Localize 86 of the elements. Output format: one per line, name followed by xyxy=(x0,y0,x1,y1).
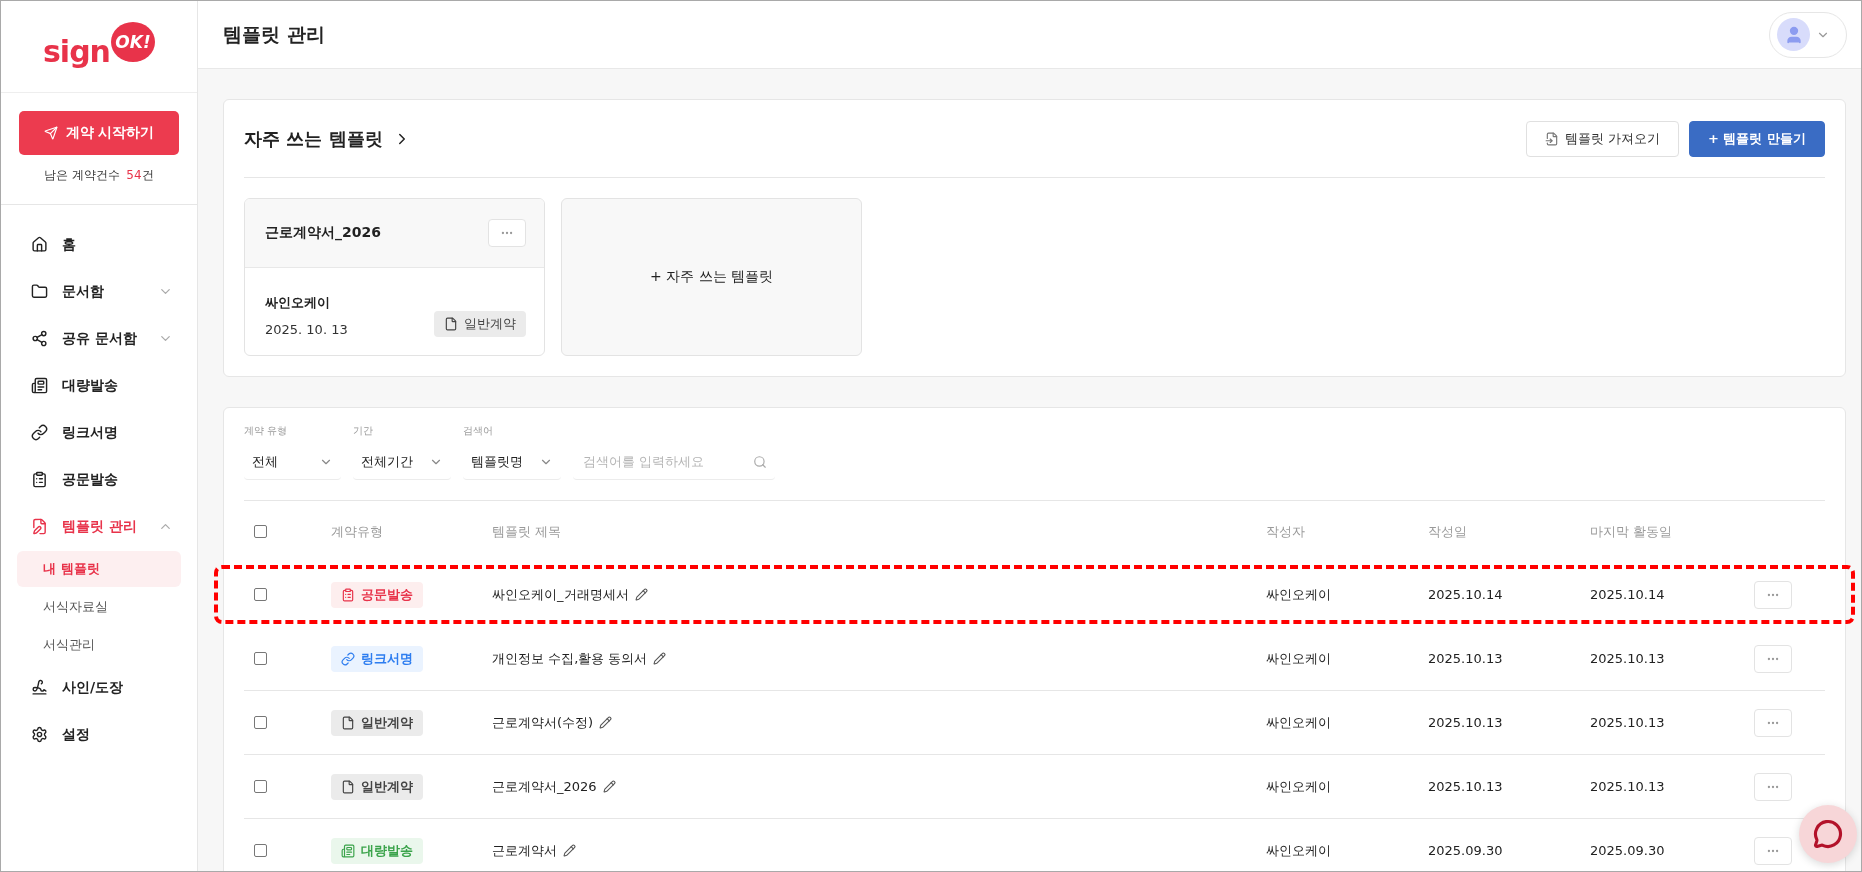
avatar xyxy=(1777,18,1810,51)
search-field[interactable]: 검색어를 입력하세요 xyxy=(581,453,753,470)
template-name: 근로계약서_2026 xyxy=(265,224,381,242)
add-favorite-button[interactable]: + 자주 쓰는 템플릿 xyxy=(561,198,862,356)
last-activity-date: 2025.10.13 xyxy=(1590,715,1666,730)
import-template-button[interactable]: 템플릿 가져오기 xyxy=(1525,120,1680,157)
author-cell-text: 싸인오케이 xyxy=(1266,585,1332,604)
pencil-icon[interactable] xyxy=(599,716,613,729)
nav-icon xyxy=(31,726,48,743)
start-contract-button[interactable]: 계약 시작하기 xyxy=(19,111,179,155)
last-activity-date: 2025.10.14 xyxy=(1590,587,1666,602)
nav-item[interactable]: 설정 xyxy=(17,711,181,758)
template-author: 싸인오케이 xyxy=(265,294,331,312)
nav-icon xyxy=(31,236,48,253)
nav-subitem[interactable]: 서식자료실 xyxy=(17,589,181,625)
row-checkbox[interactable] xyxy=(254,588,267,601)
type-badge: 공문발송 xyxy=(331,581,423,608)
nav-item[interactable]: 사인/도장 xyxy=(17,664,181,711)
file-import-icon xyxy=(1544,131,1559,146)
nav-item[interactable]: 문서함 xyxy=(17,268,181,315)
nav-icon xyxy=(31,424,48,441)
send-icon xyxy=(43,126,58,140)
author-cell-text: 싸인오케이 xyxy=(1266,649,1332,668)
column-header: 작성자 xyxy=(1266,522,1306,541)
column-header: 작성일 xyxy=(1428,522,1468,541)
nav-item[interactable]: 템플릿 관리 xyxy=(17,503,181,550)
page-title: 템플릿 관리 xyxy=(223,21,325,47)
template-title: 근로계약서(수정) xyxy=(492,713,594,732)
row-checkbox[interactable] xyxy=(254,652,267,665)
logo-badge: OK! xyxy=(111,21,155,62)
column-header: 계약유형 xyxy=(331,522,384,541)
last-activity-date: 2025.10.13 xyxy=(1590,779,1666,794)
template-card[interactable]: 근로계약서_2026 싸인오케이 2025. 10. 13 일반계약 xyxy=(244,198,545,356)
nav-icon xyxy=(31,377,48,394)
pencil-icon[interactable] xyxy=(602,780,616,793)
create-template-button[interactable]: + 템플릿 만들기 xyxy=(1689,120,1825,157)
filter-label: 기간 xyxy=(353,424,374,438)
pencil-icon[interactable] xyxy=(653,652,667,665)
author-cell-text: 싸인오케이 xyxy=(1266,713,1332,732)
created-date: 2025.10.13 xyxy=(1428,779,1504,794)
type-badge: 대량발송 xyxy=(331,837,423,864)
nav-item[interactable]: 링크서명 xyxy=(17,409,181,456)
row-checkbox[interactable] xyxy=(254,780,267,793)
column-header: 템플릿 제목 xyxy=(492,522,563,541)
created-date: 2025.10.13 xyxy=(1428,651,1504,666)
select-all-checkbox[interactable] xyxy=(254,525,267,538)
author-cell-text: 싸인오케이 xyxy=(1266,841,1332,860)
row-checkbox[interactable] xyxy=(254,844,267,857)
remaining-count: 54건 xyxy=(126,167,154,184)
nav-icon xyxy=(31,330,48,347)
filter-label: 검색어 xyxy=(463,424,494,438)
template-title: 근로계약서 xyxy=(492,841,557,860)
type-badge: 일반계약 xyxy=(434,311,526,337)
remaining-label: 남은 계약건수 xyxy=(44,167,121,184)
template-date: 2025. 10. 13 xyxy=(265,322,348,337)
pencil-icon[interactable] xyxy=(563,844,576,857)
nav-item[interactable]: 홈 xyxy=(17,221,181,268)
template-title: 개인정보 수집,활용 동의서 xyxy=(492,649,648,668)
nav-item[interactable]: 공유 문서함 xyxy=(17,315,181,362)
nav-icon xyxy=(31,471,48,488)
nav-item[interactable]: 공문발송 xyxy=(17,456,181,503)
nav-item[interactable]: 대량발송 xyxy=(17,362,181,409)
chat-icon xyxy=(1813,819,1843,849)
logo-text: sign xyxy=(43,34,110,69)
section-title: 자주 쓰는 템플릿 xyxy=(244,126,383,151)
created-date: 2025.10.13 xyxy=(1428,715,1504,730)
filter-label: 계약 유형 xyxy=(244,424,289,438)
nav-icon xyxy=(31,518,48,535)
type-badge: 일반계약 xyxy=(331,709,423,736)
row-checkbox[interactable] xyxy=(254,716,267,729)
type-badge: 일반계약 xyxy=(331,773,423,800)
created-date: 2025.09.30 xyxy=(1428,843,1504,858)
template-title: 싸인오케이_거래명세서 xyxy=(492,585,629,604)
nav-subitem[interactable]: 서식관리 xyxy=(17,627,181,663)
search-icon xyxy=(753,454,767,469)
last-activity-date: 2025.09.30 xyxy=(1590,843,1666,858)
author-cell-text: 싸인오케이 xyxy=(1266,777,1332,796)
pencil-icon[interactable] xyxy=(634,588,648,601)
nav-icon xyxy=(31,679,48,696)
nav-subitem[interactable]: 내 템플릿 xyxy=(17,551,181,587)
nav-icon xyxy=(31,283,48,300)
created-date: 2025.10.14 xyxy=(1428,587,1504,602)
column-header: 마지막 활동일 xyxy=(1590,522,1674,541)
last-activity-date: 2025.10.13 xyxy=(1590,651,1666,666)
template-title: 근로계약서_2026 xyxy=(492,777,597,796)
type-badge: 링크서명 xyxy=(331,645,423,672)
